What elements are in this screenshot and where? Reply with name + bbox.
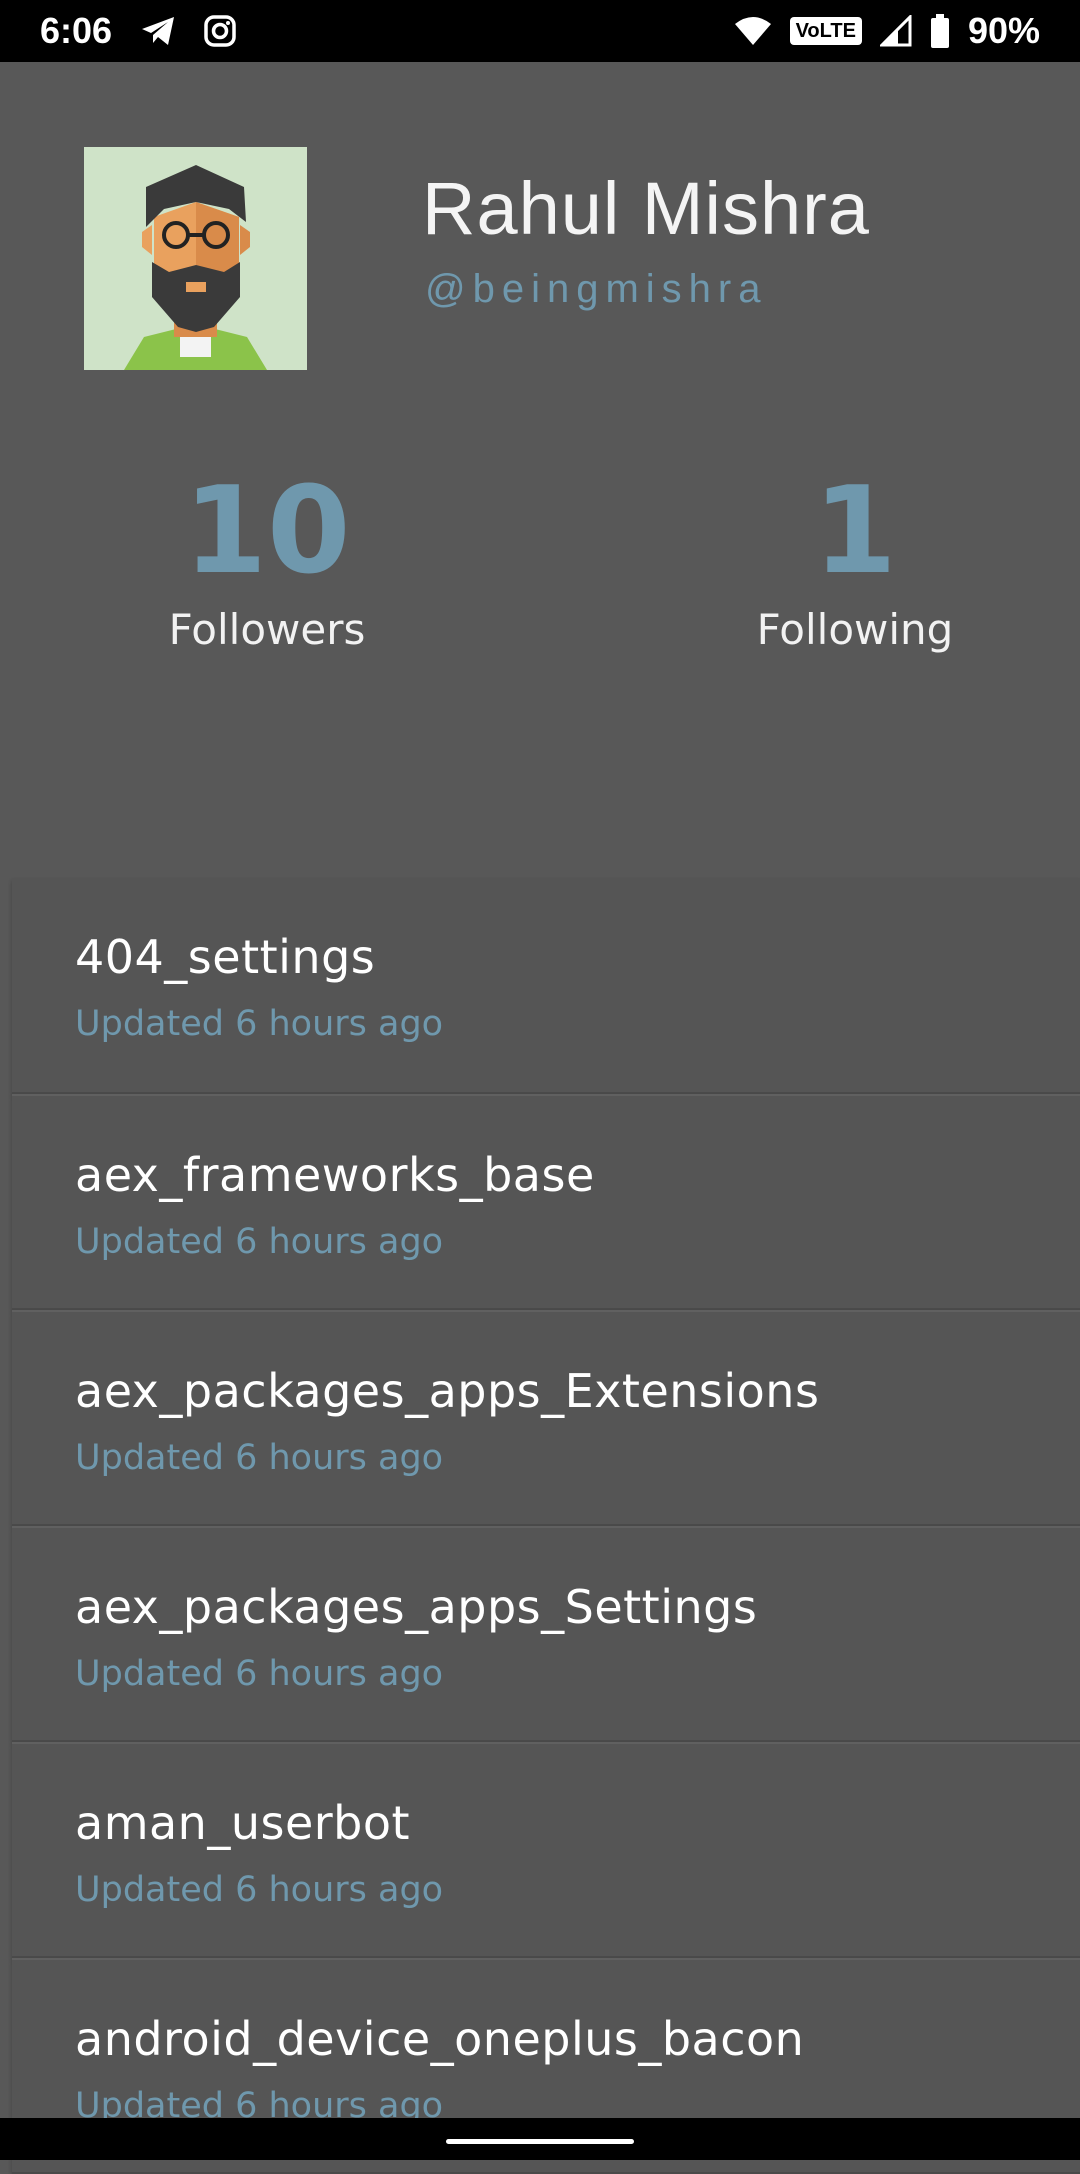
status-bar: 6:06 VoLTE 90% [0, 0, 1080, 62]
repo-name: aex_packages_apps_Extensions [75, 1364, 820, 1418]
wifi-icon [734, 16, 772, 46]
repo-name: android_device_oneplus_bacon [75, 2012, 805, 2066]
profile-name: Rahul Mishra [422, 167, 870, 250]
gesture-handle[interactable] [446, 2139, 634, 2144]
repo-updated: Updated 6 hours ago [75, 1438, 444, 1478]
following-stat[interactable]: 1 Following [705, 462, 1005, 655]
navigation-bar [0, 2118, 1080, 2160]
repo-updated: Updated 6 hours ago [75, 1222, 444, 1262]
repo-list: 404_settings Updated 6 hours ago aex_fra… [12, 878, 1080, 2174]
repo-updated: Updated 6 hours ago [75, 1870, 444, 1910]
profile-handle: @beingmishra [425, 267, 768, 311]
repo-name: 404_settings [75, 930, 376, 984]
status-time: 6:06 [40, 10, 113, 51]
followers-label: Followers [168, 605, 366, 654]
repo-name: aex_packages_apps_Settings [75, 1580, 758, 1634]
repo-updated: Updated 6 hours ago [75, 1654, 444, 1694]
following-count: 1 [813, 462, 897, 601]
list-item[interactable]: aman_userbot Updated 6 hours ago [12, 1742, 1080, 1958]
status-left: 6:06 [40, 10, 236, 52]
followers-count: 10 [183, 462, 351, 601]
battery-percent: 90% [967, 10, 1040, 51]
list-item[interactable]: aex_frameworks_base Updated 6 hours ago [12, 1094, 1080, 1310]
volte-icon: VoLTE [789, 17, 862, 45]
status-right: VoLTE 90% [734, 10, 1040, 52]
signal-icon [879, 15, 912, 47]
telegram-icon [140, 15, 176, 47]
repo-name: aex_frameworks_base [75, 1148, 595, 1202]
battery-icon [930, 14, 950, 48]
profile-header: Rahul Mishra @beingmishra 10 Followers 1… [0, 62, 1080, 878]
avatar[interactable] [84, 147, 307, 370]
list-item[interactable]: aex_packages_apps_Extensions Updated 6 h… [12, 1310, 1080, 1526]
following-label: Following [756, 605, 954, 654]
repo-updated: Updated 6 hours ago [75, 1004, 444, 1044]
avatar-illustration [84, 147, 307, 370]
instagram-icon [204, 15, 236, 47]
repo-name: aman_userbot [75, 1796, 411, 1850]
list-item[interactable]: aex_packages_apps_Settings Updated 6 hou… [12, 1526, 1080, 1742]
followers-stat[interactable]: 10 Followers [117, 462, 417, 655]
list-item[interactable]: 404_settings Updated 6 hours ago [12, 878, 1080, 1094]
